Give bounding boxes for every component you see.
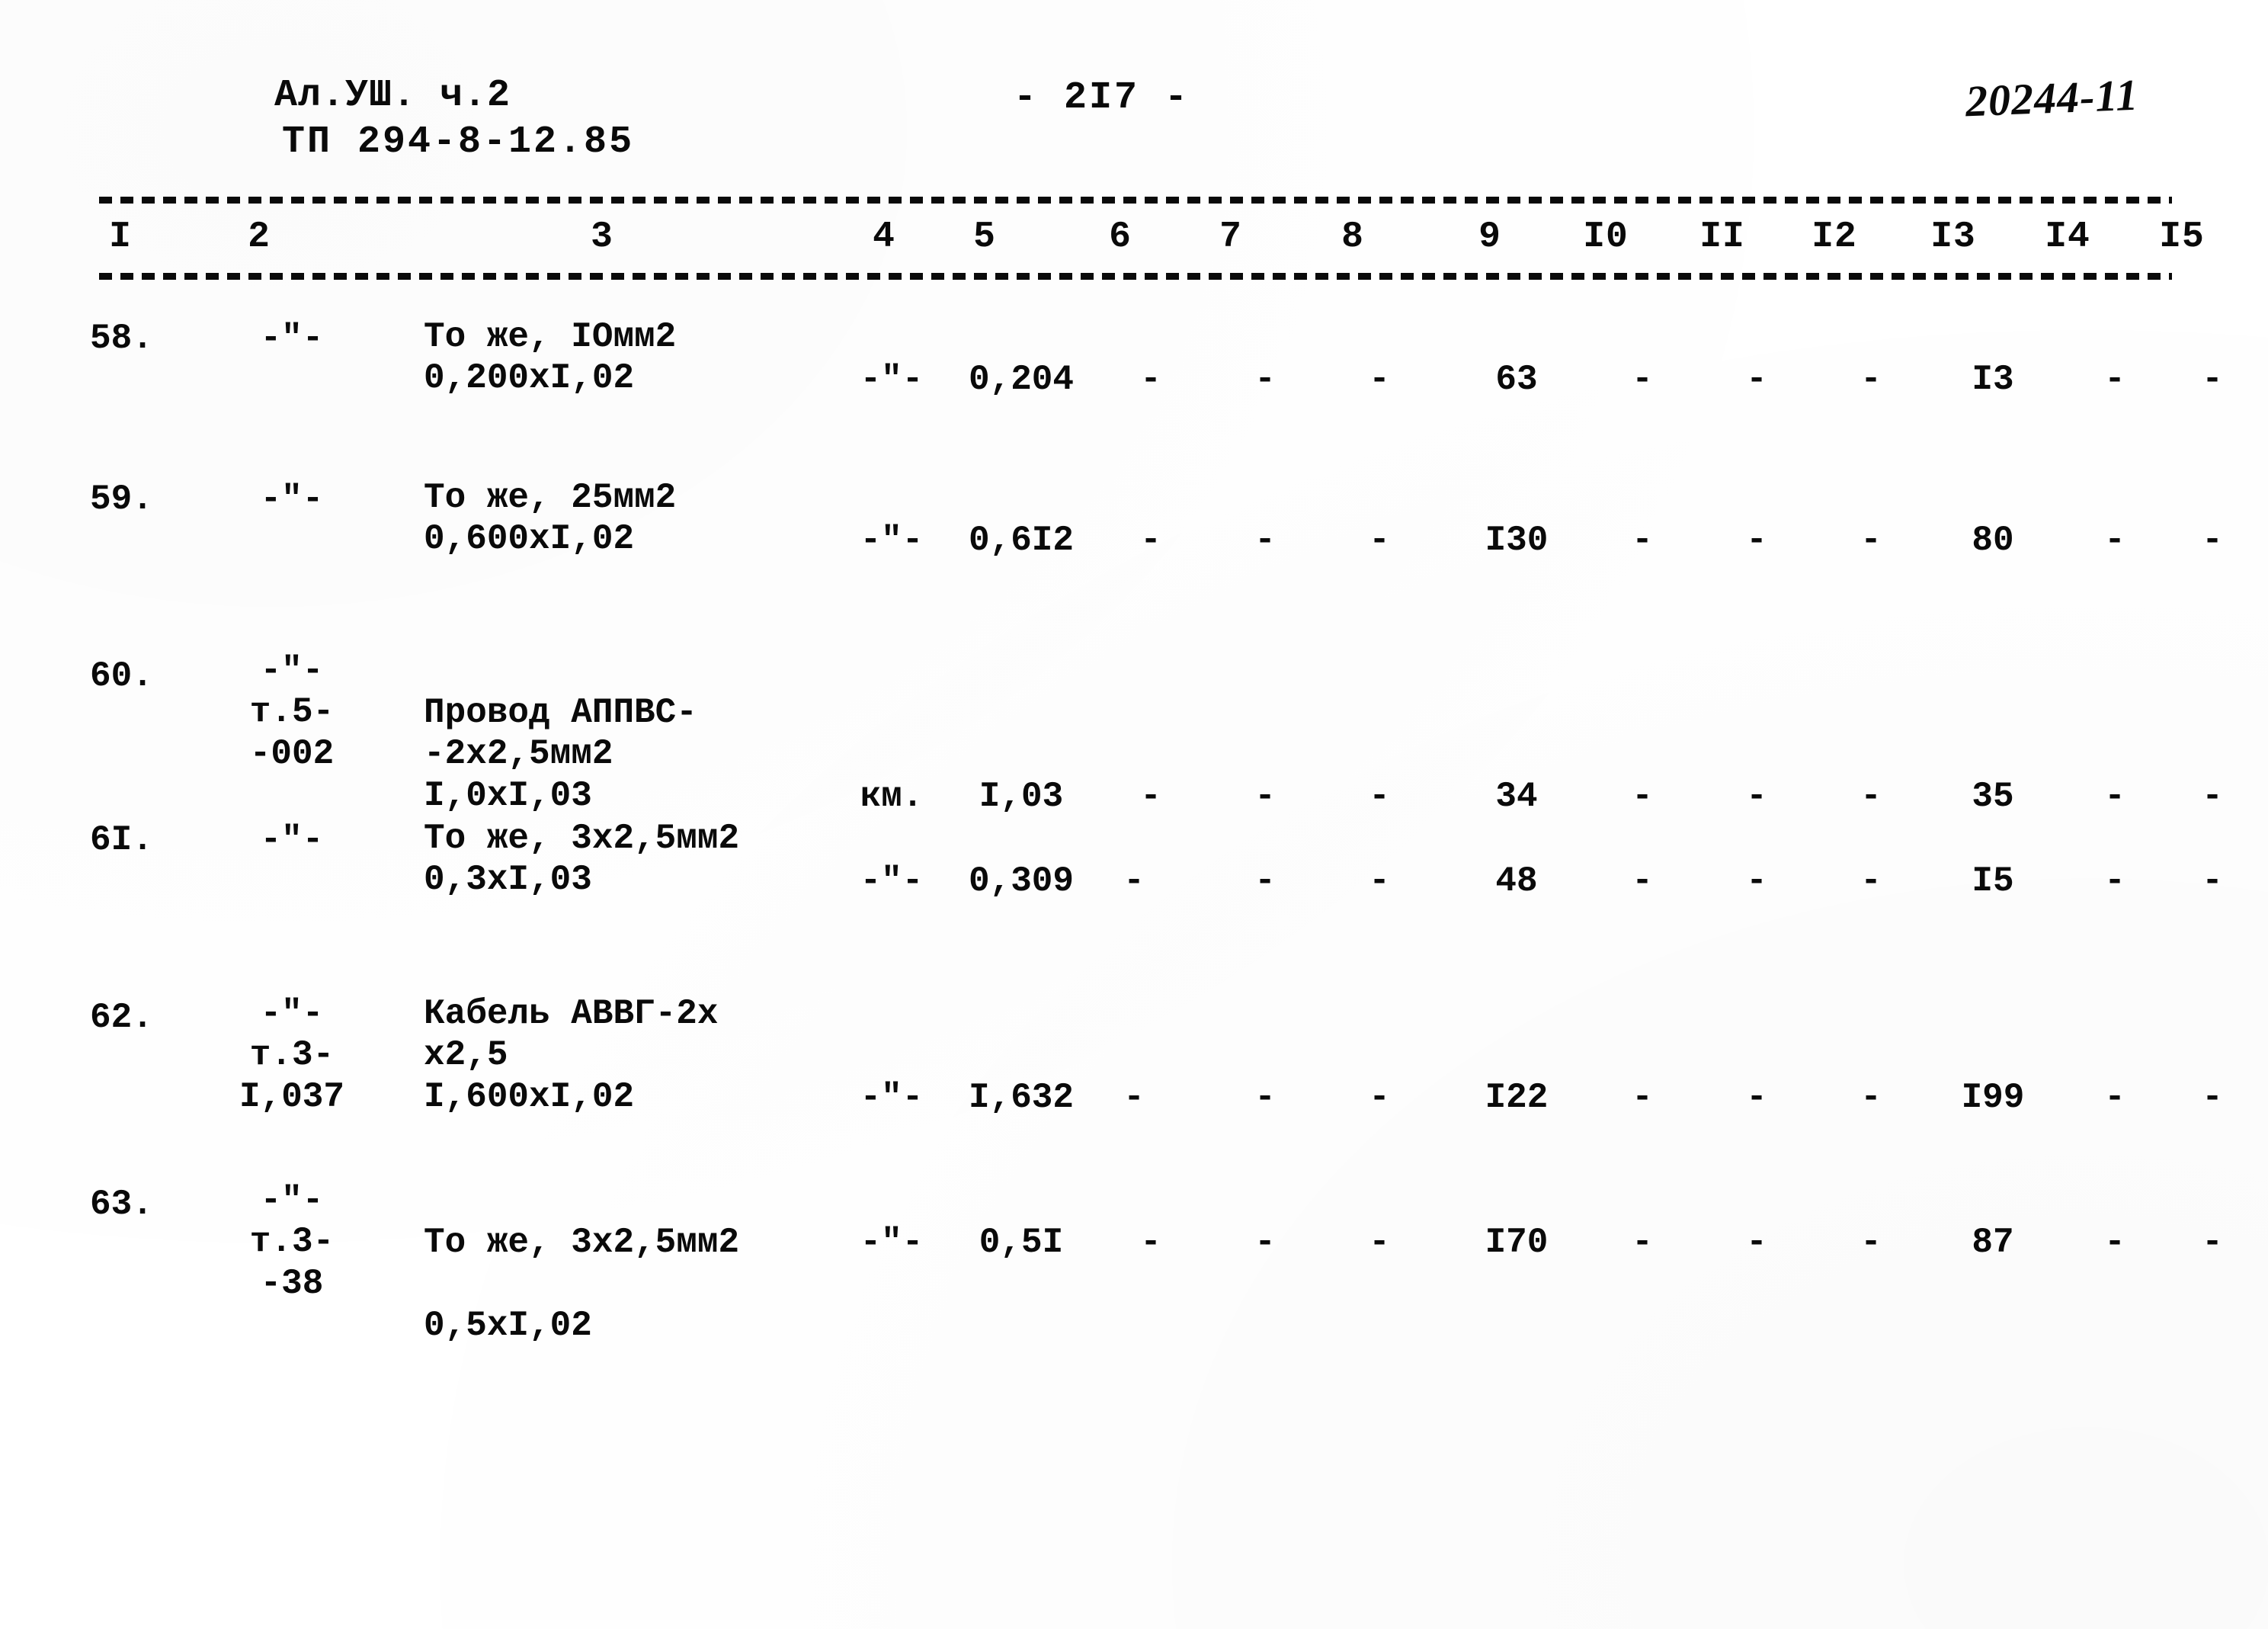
table-row: 62. -"- т.3- I,037 Кабель АВВГ-2х х2,5 I…	[0, 884, 2268, 1118]
cell-col-2: -"-	[260, 319, 324, 358]
album-line: Ал.УШ. ч.2	[274, 74, 511, 117]
album-identifier: Ал.УШ. ч.2 ТП 294-8-12.85	[274, 72, 634, 165]
row-number: 58.	[90, 319, 153, 358]
cell-col-7: -	[1254, 1223, 1276, 1262]
table-row: 63. -"- т.3- -38 То же, 3х2,5мм2 0,5xI,0…	[0, 1094, 2268, 1345]
row-number: 62.	[90, 998, 153, 1037]
cell-col-14: -	[2104, 1223, 2125, 1262]
table-row: 59. -"- То же, 25мм2 0,600xI,02 -"- 0,6I…	[0, 374, 2268, 560]
cell-col-11: -	[1746, 1223, 1767, 1262]
row-number: 60.	[90, 656, 153, 696]
cell-col-9: I70	[1485, 1223, 1549, 1262]
page-header: Ал.УШ. ч.2 ТП 294-8-12.85 - 2I7 - 20244-…	[0, 0, 2268, 191]
table-row: 6I. -"- То же, 3х2,5мм2 0,3xI,03 -"- 0,3…	[0, 720, 2268, 901]
table-row: 58. -"- То же, IОмм2 0,200xI,02 -"- 0,20…	[0, 210, 2268, 399]
handwritten-stamp-number: 20244-11	[1964, 69, 2140, 127]
cell-col-15: -	[2202, 1223, 2223, 1262]
table-row: 60. -"- т.5- -002 Провод АППВС- -2х2,5мм…	[0, 511, 2268, 816]
row-number: 63.	[90, 1185, 153, 1224]
cell-col-4: -"-	[860, 1223, 924, 1262]
cell-col-5: 0,5I	[979, 1223, 1064, 1262]
cell-col-12: -	[1860, 1223, 1882, 1262]
project-code: ТП 294-8-12.85	[282, 120, 635, 164]
scanned-page: Ал.УШ. ч.2 ТП 294-8-12.85 - 2I7 - 20244-…	[0, 0, 2268, 1629]
cell-col-3: То же, 3х2,5мм2 0,5xI,02	[424, 1223, 740, 1345]
cell-col-13: 87	[1972, 1223, 2014, 1262]
table-top-rule	[99, 197, 2172, 204]
row-number: 6I.	[90, 820, 153, 860]
cell-col-10: -	[1632, 1223, 1653, 1262]
cell-col-2: -"-	[260, 820, 324, 860]
cell-col-8: -	[1369, 1223, 1390, 1262]
table-body: 58. -"- То же, IОмм2 0,200xI,02 -"- 0,20…	[0, 210, 2268, 1345]
cell-col-2: -"- т.3- -38	[249, 1181, 335, 1304]
page-number: - 2I7 -	[1014, 76, 1190, 120]
cell-col-6: -	[1140, 1223, 1161, 1262]
